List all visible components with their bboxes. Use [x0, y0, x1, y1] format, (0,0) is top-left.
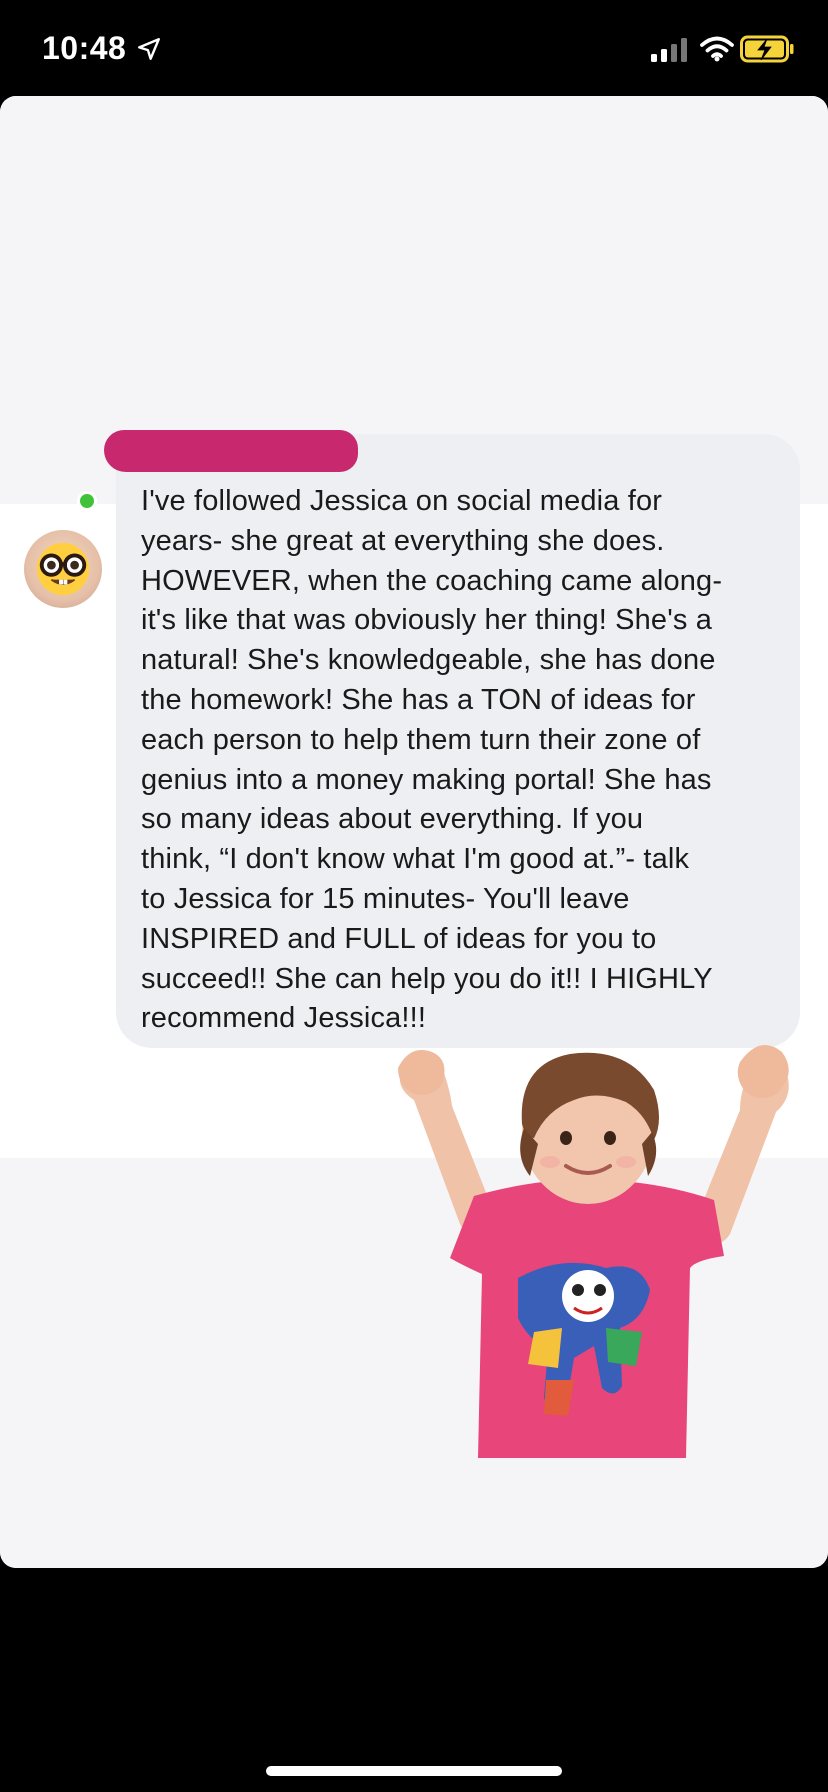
message-line: succeed!! She can help you do it!! I HIG…: [141, 962, 713, 995]
message-line: natural! She's knowledgeable, she has do…: [141, 644, 716, 677]
message-line: each person to help them turn their zone…: [141, 723, 701, 756]
battery-charging-icon: [740, 35, 794, 63]
message-line: I've followed Jessica on social media fo…: [141, 485, 663, 517]
message-line: the homework! She has a TON of ideas for: [141, 683, 696, 716]
nerd-face-emoji-icon: [36, 542, 90, 596]
message-line: think, “I don't know what I'm good at.”-…: [141, 843, 690, 876]
message-line: to Jessica for 15 minutes- You'll leave: [141, 882, 630, 915]
message-line: so many ideas about everything. If you: [141, 803, 644, 836]
status-bar: 10:48: [0, 0, 828, 96]
online-status-indicator: [77, 491, 97, 511]
location-arrow-icon: [138, 38, 160, 60]
avatar[interactable]: [24, 530, 102, 608]
wifi-icon: [700, 36, 734, 62]
signal-icon: [651, 38, 687, 62]
message-line: genius into a money making portal! She h…: [141, 763, 712, 796]
home-indicator[interactable]: [266, 1766, 562, 1776]
message-line: years- she great at everything she does.: [141, 524, 665, 557]
message-text: I've followed Jessica on social media fo…: [141, 482, 791, 1039]
cheering-child-sticker: [398, 1044, 789, 1458]
redacted-sender-name: [104, 430, 358, 472]
message-line: it's like that was obviously her thing! …: [141, 604, 713, 637]
status-time: 10:48: [42, 30, 127, 66]
message-line: HOWEVER, when the coaching came along-: [141, 564, 723, 597]
message-line: INSPIRED and FULL of ideas for you to: [141, 922, 657, 955]
